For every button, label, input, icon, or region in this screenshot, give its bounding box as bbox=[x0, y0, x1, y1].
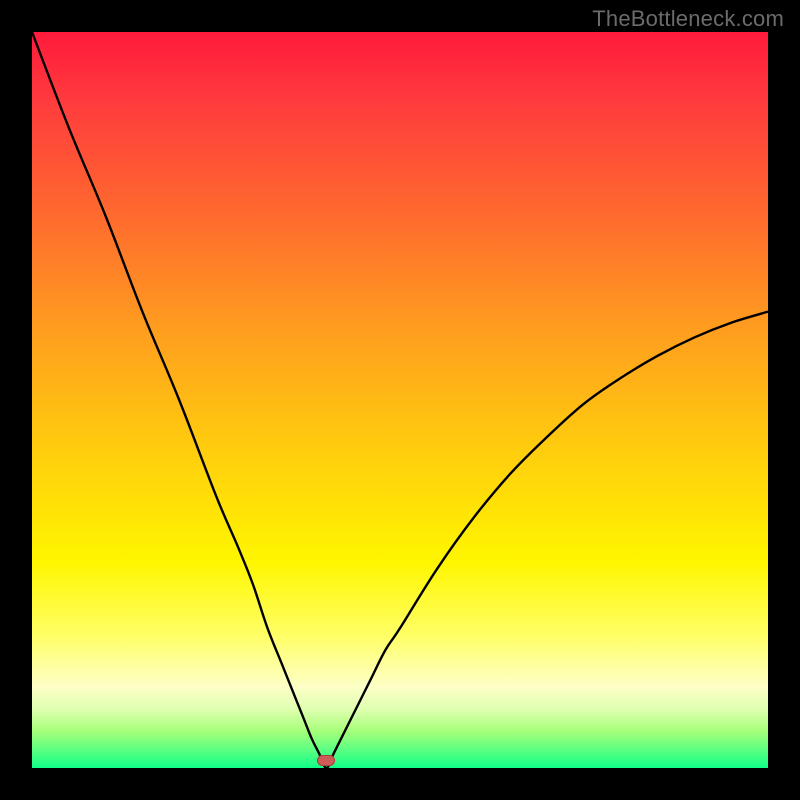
optimal-point-marker bbox=[317, 755, 335, 766]
bottleneck-curve bbox=[32, 32, 768, 768]
plot-area bbox=[32, 32, 768, 768]
watermark-text: TheBottleneck.com bbox=[592, 6, 784, 32]
chart-frame: TheBottleneck.com bbox=[0, 0, 800, 800]
curve-path bbox=[32, 32, 768, 768]
